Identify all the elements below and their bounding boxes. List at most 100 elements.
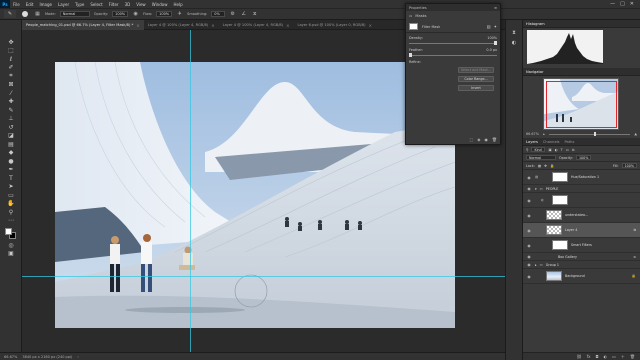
select-pixel-mask-icon[interactable]: ▥ [487, 24, 491, 29]
crop-tool-icon[interactable]: ⌗ [0, 72, 22, 81]
brush-tool-preset-icon[interactable]: ✎ [4, 10, 16, 18]
close-tab-icon[interactable]: × [211, 23, 214, 28]
hand-tool-icon[interactable]: ✋ [0, 200, 22, 209]
quick-mask-icon[interactable]: ◎ [0, 241, 22, 250]
lock-position-icon[interactable]: ✥ [544, 164, 547, 168]
document-tab[interactable]: Layer 4 @ 100% (Layer 4, RGB/8) × [144, 20, 219, 30]
layer-row[interactable]: ◉ understateo... [523, 208, 640, 223]
eye-icon[interactable]: ◉ [526, 262, 532, 267]
delete-layer-icon[interactable]: 🗑 [630, 354, 635, 359]
layer-group-row[interactable]: ◉ ▾ ▭ PEOPLE [523, 185, 640, 193]
layer-style-icon[interactable]: fx [587, 354, 591, 359]
airbrush-icon[interactable]: ✈ [176, 11, 183, 18]
delete-mask-icon[interactable]: 🗑 [492, 137, 497, 142]
eye-icon[interactable]: ◉ [526, 175, 532, 180]
foreground-color-swatch[interactable] [5, 228, 12, 235]
type-tool-icon[interactable]: T [0, 174, 22, 183]
feather-value[interactable]: 0.0 px [486, 48, 497, 52]
eye-icon[interactable]: ◉ [526, 254, 532, 259]
eraser-tool-icon[interactable]: ◪ [0, 132, 22, 141]
symmetry-icon[interactable]: ⧖ [251, 11, 258, 18]
apply-mask-icon[interactable]: ◈ [477, 137, 480, 142]
new-layer-icon[interactable]: ＋ [621, 354, 625, 360]
guide-horizontal[interactable] [22, 276, 505, 277]
eye-icon[interactable]: ◉ [526, 243, 532, 248]
mode-select[interactable]: Normal [59, 11, 90, 17]
panel-menu-icon[interactable]: ≡ [494, 6, 497, 10]
tab-layers[interactable]: Layers [526, 140, 538, 144]
filter-pixel-icon[interactable]: ▣ [548, 148, 551, 152]
eye-icon[interactable]: ◉ [526, 274, 532, 279]
blur-tool-icon[interactable]: ◆ [0, 149, 22, 158]
opacity-field[interactable]: 100% [112, 11, 129, 17]
color-swatches[interactable] [0, 225, 22, 241]
document-image[interactable] [55, 62, 455, 328]
smoothing-field[interactable]: 0% [211, 11, 226, 17]
document-tab[interactable]: Layer 4 @ 100% (Layer 4, RGB/8) × [219, 20, 294, 30]
expand-chevron-icon[interactable]: ▾ [535, 187, 537, 191]
menu-edit[interactable]: Edit [23, 2, 37, 7]
select-and-mask-button[interactable]: Select and Mask... [458, 67, 494, 73]
close-tab-icon[interactable]: × [136, 23, 139, 28]
history-panel-icon[interactable]: ⧗ [506, 28, 522, 38]
density-slider-thumb[interactable] [494, 41, 497, 45]
marquee-tool-icon[interactable]: ⬚ [0, 47, 22, 56]
flow-field[interactable]: 100% [156, 11, 173, 17]
filter-mask-thumbnail[interactable] [552, 240, 568, 250]
path-select-tool-icon[interactable]: ➤ [0, 183, 22, 192]
histogram-tab[interactable]: Histogram [526, 22, 545, 26]
smoothing-gear-icon[interactable]: ⚙ [229, 11, 236, 18]
menu-window[interactable]: Window [149, 2, 171, 7]
layer-group-row[interactable]: ◉ ▸ ▭ Group 1 [523, 261, 640, 269]
link-layers-icon[interactable]: ⛓ [577, 354, 582, 359]
document-tab[interactable]: Layer 6.psd @ 100% (Layer 0, RGB/8) × [293, 20, 375, 30]
color-range-button[interactable]: Color Range... [458, 76, 494, 82]
brush-tool-icon[interactable]: ✎ [0, 106, 22, 115]
layer-mask-thumbnail[interactable] [552, 195, 568, 205]
eye-icon[interactable]: ◉ [526, 213, 532, 218]
healing-brush-tool-icon[interactable]: ✚ [0, 98, 22, 107]
lock-all-icon[interactable]: 🔒 [550, 164, 554, 168]
more-tools-icon[interactable]: ⋯ [0, 217, 22, 226]
zoom-in-icon[interactable]: ▲ [634, 132, 637, 136]
layer-row-selected[interactable]: ◉ Layer 4 ⧉ [523, 223, 640, 238]
layer-mask-thumbnail[interactable] [552, 172, 568, 182]
layer-kind-select[interactable]: Kind [531, 146, 546, 153]
layer-thumbnail[interactable] [546, 210, 562, 220]
menu-view[interactable]: View [133, 2, 149, 7]
filter-shape-icon[interactable]: ▭ [566, 148, 569, 152]
new-group-icon[interactable]: ▭ [612, 354, 616, 359]
tab-paths[interactable]: Paths [565, 140, 575, 144]
menu-3d[interactable]: 3D [122, 2, 134, 7]
navigator-view-box[interactable] [546, 81, 617, 128]
menu-select[interactable]: Select [87, 2, 105, 7]
filter-smart-icon[interactable]: ⧉ [572, 148, 574, 152]
density-slider[interactable] [409, 41, 497, 45]
tab-channels[interactable]: Channels [543, 140, 560, 144]
density-value[interactable]: 100% [487, 36, 497, 40]
gradient-tool-icon[interactable]: ▤ [0, 140, 22, 149]
filter-row[interactable]: ◉ Box Gallery ≡ [523, 253, 640, 261]
filter-adjust-icon[interactable]: ◐ [555, 148, 558, 152]
screen-mode-icon[interactable]: ▣ [0, 250, 22, 259]
invert-button[interactable]: Invert [458, 85, 494, 91]
menu-image[interactable]: Image [36, 2, 55, 7]
menu-file[interactable]: File [10, 2, 23, 7]
feather-slider-thumb[interactable] [409, 53, 412, 57]
quick-select-tool-icon[interactable]: ✐ [0, 64, 22, 73]
document-tab-active[interactable]: People_matching_01.psd @ 66.7% (Layer 4,… [22, 20, 144, 30]
angle-icon[interactable]: ∠ [240, 11, 247, 18]
add-mask-icon[interactable]: ◘ [595, 354, 598, 359]
lasso-tool-icon[interactable]: ℓ [0, 55, 22, 64]
frame-tool-icon[interactable]: ⊠ [0, 81, 22, 90]
menu-layer[interactable]: Layer [55, 2, 72, 7]
layer-row[interactable]: ◉ Background 🔒 [523, 269, 640, 284]
move-tool-icon[interactable]: ✥ [0, 38, 22, 47]
menu-filter[interactable]: Filter [106, 2, 122, 7]
layer-thumbnail[interactable] [546, 225, 562, 235]
lock-pixels-icon[interactable]: ▦ [538, 164, 541, 168]
blend-mode-select[interactable]: Normal [526, 154, 556, 161]
close-tab-icon[interactable]: × [286, 23, 289, 28]
filter-options-icon[interactable]: ≡ [633, 255, 640, 259]
menu-type[interactable]: Type [72, 2, 87, 7]
